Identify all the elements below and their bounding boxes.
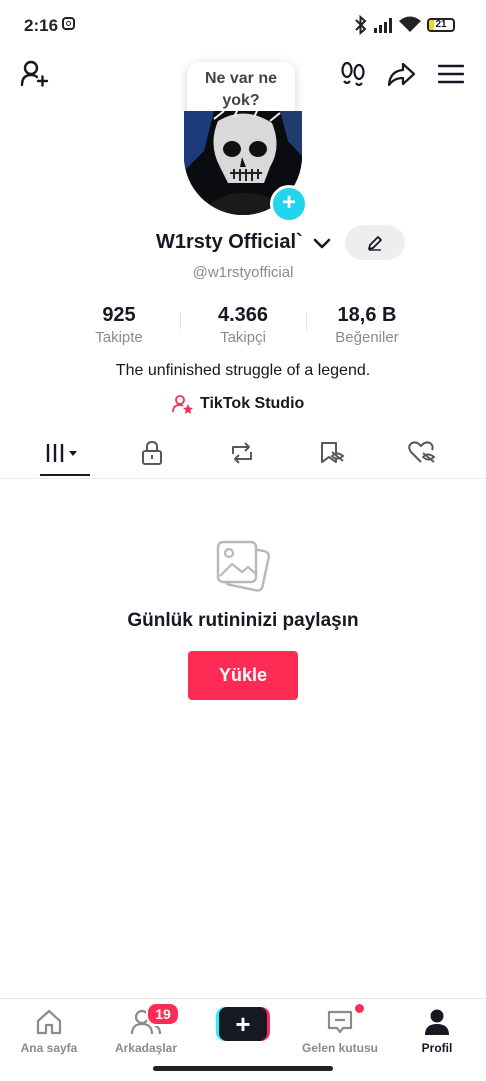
status-time: 2:16 <box>24 16 59 35</box>
share-profile-button[interactable] <box>383 56 419 92</box>
likes-count: 18,6 B <box>337 304 397 326</box>
favorites-hidden-icon <box>321 442 345 463</box>
nav-inbox-label: Gelen kutusu <box>301 1041 378 1055</box>
tab-liked[interactable] <box>392 430 452 476</box>
add-story-button[interactable]: + <box>270 185 308 223</box>
nav-inbox[interactable]: Gelen kutusu <box>292 1007 388 1055</box>
bluetooth-icon <box>355 15 367 35</box>
repost-icon <box>232 442 252 464</box>
following-count: 925 <box>102 304 136 326</box>
liked-hidden-icon <box>408 441 436 463</box>
wifi-icon <box>399 16 421 32</box>
plus-icon: + <box>219 1007 267 1041</box>
empty-state-title: Günlük rutininizi paylaşın <box>127 610 359 631</box>
chevron-down-icon[interactable] <box>312 233 332 253</box>
footprints-icon <box>341 61 365 87</box>
status-prompt-text: Ne var ne yok? <box>204 70 278 109</box>
tab-videos[interactable] <box>34 430 94 476</box>
tab-favorites[interactable] <box>302 430 362 476</box>
signal-icon <box>374 18 392 33</box>
create-button[interactable]: + <box>216 1007 270 1041</box>
status-bar: 2:16 21 <box>0 0 486 50</box>
inbox-icon <box>327 1010 353 1034</box>
following-stat[interactable]: 925 Takipte <box>64 304 174 346</box>
menu-icon <box>438 64 464 84</box>
inbox-notification-dot <box>355 1004 364 1013</box>
profile-views-button[interactable] <box>335 56 371 92</box>
profile-icon <box>425 1009 449 1035</box>
nav-home-label: Ana sayfa <box>20 1041 78 1055</box>
menu-button[interactable] <box>433 56 469 92</box>
followers-stat[interactable]: 4.366 Takipçi <box>188 304 298 346</box>
followers-count: 4.366 <box>217 304 269 326</box>
instagram-notification-icon <box>62 17 75 30</box>
profile-display-name: W1rsty Official` <box>156 231 303 253</box>
stat-divider <box>306 312 307 330</box>
stat-divider <box>180 312 181 330</box>
active-tab-indicator <box>40 474 90 476</box>
home-icon <box>36 1009 62 1035</box>
photo-placeholder-icon <box>216 540 271 592</box>
nav-profile[interactable]: Profil <box>389 1007 485 1055</box>
profile-tabs <box>0 430 486 479</box>
nav-friends-label: Arkadaşlar <box>114 1041 178 1055</box>
share-icon <box>387 62 416 87</box>
home-indicator <box>153 1066 333 1071</box>
battery-fill <box>429 20 435 30</box>
upload-button[interactable]: Yükle <box>188 651 298 700</box>
battery-indicator: 21 <box>427 18 455 32</box>
pencil-icon <box>368 235 382 251</box>
likes-label: Beğeniler <box>335 329 399 346</box>
tiktok-studio-label: TikTok Studio <box>200 395 305 412</box>
lock-icon <box>142 440 162 465</box>
tiktok-studio-link[interactable]: TikTok Studio <box>172 394 304 414</box>
following-label: Takipte <box>95 329 143 346</box>
followers-label: Takipçi <box>220 329 266 346</box>
edit-profile-button[interactable] <box>345 225 405 260</box>
add-friend-icon <box>20 60 49 87</box>
videos-grid-icon <box>46 444 77 462</box>
profile-handle: @w1rstyofficial <box>192 264 294 281</box>
add-friend-button[interactable] <box>16 56 52 92</box>
nav-profile-label: Profil <box>421 1041 453 1055</box>
tab-private[interactable] <box>122 430 182 476</box>
tab-reposts[interactable] <box>212 430 272 476</box>
profile-bio: The unfinished struggle of a legend. <box>115 362 371 379</box>
friends-notification-badge: 19 <box>146 1002 180 1026</box>
nav-home[interactable]: Ana sayfa <box>1 1007 97 1055</box>
status-prompt-bubble[interactable]: Ne var ne yok? <box>187 62 295 118</box>
creator-star-icon <box>172 395 193 414</box>
likes-stat[interactable]: 18,6 B Beğeniler <box>312 304 422 346</box>
